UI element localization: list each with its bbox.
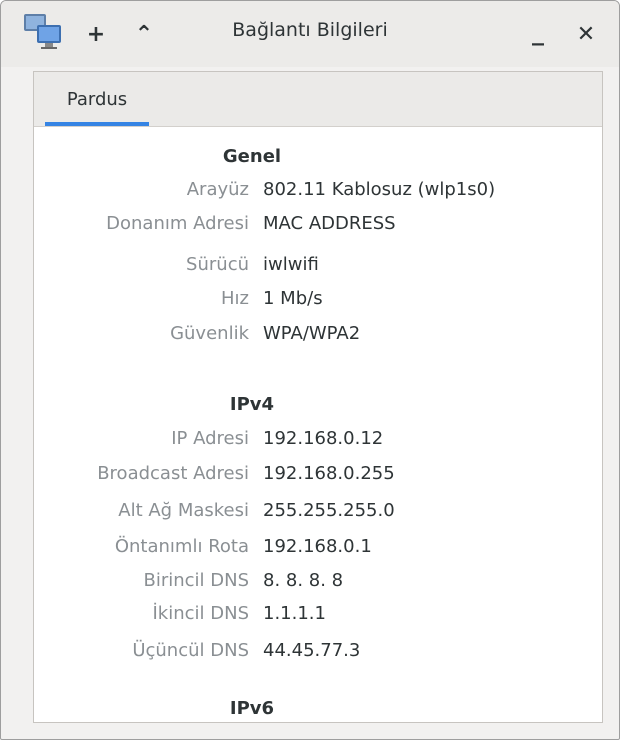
- section-title-ipv4: IPv4: [229, 394, 275, 415]
- row-label: Sürücü: [186, 254, 249, 275]
- row-label: Üçüncül DNS: [132, 640, 249, 661]
- row-label: Arayüz: [186, 179, 249, 200]
- info-row-ip-address: IP Adresi 192.168.0.12: [34, 428, 602, 456]
- info-row-interface: Arayüz 802.11 Kablosuz (wlp1s0): [34, 179, 602, 207]
- row-label: Alt Ağ Maskesi: [118, 500, 249, 521]
- row-value: iwlwifi: [263, 254, 319, 275]
- row-value: 802.11 Kablosuz (wlp1s0): [263, 179, 496, 200]
- row-value: 255.255.255.0: [263, 500, 395, 521]
- info-row-hardware-address: Donanım Adresi MAC ADDRESS: [34, 213, 602, 241]
- tab-pardus[interactable]: Pardus: [45, 72, 149, 126]
- info-row-subnet-mask: Alt Ağ Maskesi 255.255.255.0: [34, 500, 602, 528]
- active-tab-indicator: [45, 122, 149, 126]
- row-label: Öntanımlı Rota: [114, 536, 249, 557]
- section-title-ipv6: IPv6: [229, 698, 275, 719]
- info-row-driver: Sürücü iwlwifi: [34, 254, 602, 282]
- info-row-broadcast-address: Broadcast Adresi 192.168.0.255: [34, 463, 602, 491]
- info-row-default-route: Öntanımlı Rota 192.168.0.1: [34, 536, 602, 564]
- row-value: WPA/WPA2: [263, 323, 361, 344]
- row-label: Donanım Adresi: [106, 213, 249, 234]
- row-label: IP Adresi: [171, 428, 249, 449]
- row-label: Güvenlik: [170, 323, 249, 344]
- connection-details-panel: Pardus Genel Arayüz 802.11 Kablosuz (wlp…: [33, 71, 603, 723]
- row-value: 192.168.0.255: [263, 463, 395, 484]
- minimize-button[interactable]: _: [523, 15, 553, 49]
- row-label: Hız: [221, 288, 249, 309]
- info-row-security: Güvenlik WPA/WPA2: [34, 323, 602, 351]
- row-value: MAC ADDRESS: [263, 213, 396, 234]
- connection-info-window: + ⌃ Bağlantı Bilgileri _ ✕ Pardus Genel …: [0, 0, 620, 740]
- info-row-speed: Hız 1 Mb/s: [34, 288, 602, 316]
- row-label: Birincil DNS: [143, 570, 249, 591]
- row-value: 192.168.0.12: [263, 428, 384, 449]
- info-row-secondary-dns: İkincil DNS 1.1.1.1: [34, 603, 602, 631]
- info-row-primary-dns: Birincil DNS 8. 8. 8. 8: [34, 570, 602, 598]
- row-label: İkincil DNS: [152, 603, 249, 624]
- row-value: 44.45.77.3: [263, 640, 361, 661]
- row-label: Broadcast Adresi: [97, 463, 249, 484]
- row-value: 8. 8. 8. 8: [263, 570, 344, 591]
- section-title-genel: Genel: [222, 146, 282, 167]
- info-row-tertiary-dns: Üçüncül DNS 44.45.77.3: [34, 640, 602, 668]
- tab-bar: Pardus: [34, 72, 602, 127]
- close-button[interactable]: ✕: [571, 17, 601, 51]
- titlebar: + ⌃ Bağlantı Bilgileri _ ✕: [1, 1, 619, 67]
- row-value: 192.168.0.1: [263, 536, 372, 557]
- row-value: 1.1.1.1: [263, 603, 326, 624]
- row-value: 1 Mb/s: [263, 288, 323, 309]
